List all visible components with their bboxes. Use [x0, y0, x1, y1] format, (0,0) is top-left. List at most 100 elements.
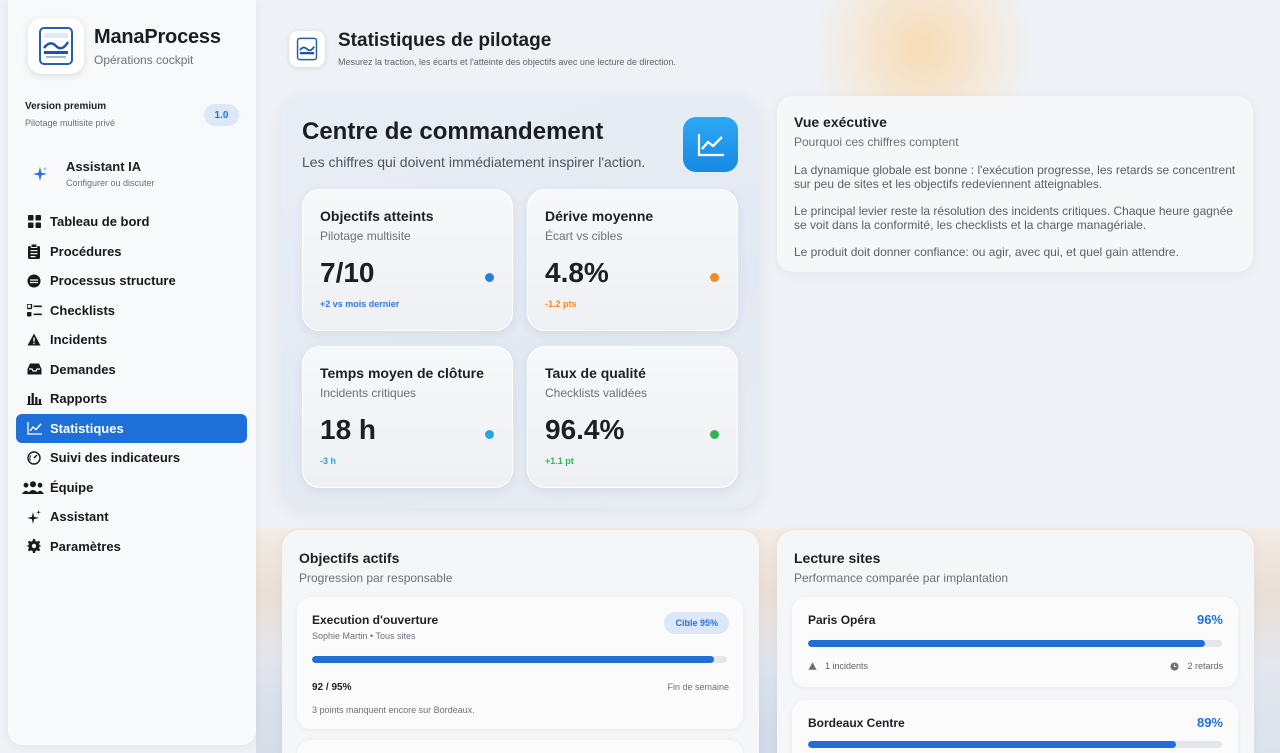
line-chart-icon: [26, 420, 42, 436]
sidebar-item-incidents[interactable]: Incidents: [16, 325, 247, 355]
kpi-subtitle: Pilotage multisite: [320, 229, 411, 243]
warning-icon: [808, 662, 817, 670]
executive-title: Vue exécutive: [794, 114, 887, 130]
sidebar-item-label: Checklists: [50, 302, 116, 318]
sidebar-item-processus-structure[interactable]: Processus structure: [16, 266, 247, 296]
kpi-subtitle: Checklists validées: [545, 386, 648, 400]
logo-icon: [39, 27, 73, 65]
brand-logo: [28, 18, 84, 74]
sparkles-icon: [26, 509, 42, 525]
sidebar-nav: Tableau de bord Procédures Processus str…: [16, 207, 247, 561]
sparkles-icon: [30, 164, 50, 184]
site-percentage: 96%: [1196, 612, 1223, 627]
sidebar-item-label: Procédures: [50, 243, 122, 259]
kpi-card-qualite[interactable]: Taux de qualité Checklists validées 96.4…: [527, 346, 738, 488]
status-dot: [485, 273, 494, 282]
kpi-value: 18 h: [320, 414, 377, 445]
command-title: Centre de commandement: [302, 118, 604, 145]
objective-progress-label: 92 / 95%: [312, 682, 352, 693]
status-dot: [710, 430, 719, 439]
premium-block: Version premium Pilotage multisite privé…: [25, 101, 239, 128]
brand[interactable]: ManaProcess Opérations cockpit: [28, 18, 221, 74]
sidebar-item-suivi-des-indicateurs[interactable]: Suivi des indicateurs: [16, 443, 247, 473]
progress-fill: [312, 656, 714, 663]
sidebar-item-label: Équipe: [50, 479, 94, 495]
objective-note: 3 points manquent encore sur Bordeaux.: [312, 705, 475, 715]
sidebar-item-label: Incidents: [50, 332, 108, 348]
page-header: Statistiques de pilotage Mesurez la trac…: [289, 30, 676, 67]
site-progress-bar: [808, 640, 1222, 647]
page-title: Statistiques de pilotage: [338, 30, 552, 51]
status-dot: [485, 430, 494, 439]
sites-subtitle: Performance comparée par implantation: [794, 571, 1009, 585]
objective-card[interactable]: [297, 740, 743, 753]
logo-icon: [296, 37, 318, 60]
kpi-delta: +2 vs mois dernier: [320, 299, 400, 309]
sites-panel: Lecture sites Performance comparée par i…: [777, 530, 1254, 753]
kpi-value: 4.8%: [545, 257, 609, 288]
sidebar-item-demandes[interactable]: Demandes: [16, 355, 247, 385]
sidebar-item-assistant[interactable]: Assistant: [16, 502, 247, 532]
objective-title: Execution d'ouverture: [312, 613, 439, 627]
grid-icon: [26, 214, 42, 230]
executive-paragraph: Le produit doit donner confiance: ou agi…: [794, 245, 1179, 259]
objective-progress-bar: [312, 656, 727, 663]
kpi-title: Temps moyen de clôture: [320, 365, 484, 381]
sidebar-item-rapports[interactable]: Rapports: [16, 384, 247, 414]
site-incidents: 1 incidents: [808, 661, 868, 671]
kpi-subtitle: Écart vs cibles: [545, 229, 623, 243]
site-card-bordeaux[interactable]: Bordeaux Centre 89%: [792, 700, 1238, 753]
kpi-card-objectifs[interactable]: Objectifs atteints Pilotage multisite 7/…: [302, 189, 513, 331]
objective-deadline: Fin de semaine: [667, 682, 729, 692]
executive-subtitle: Pourquoi ces chiffres comptent: [794, 135, 959, 149]
site-progress-bar: [808, 741, 1222, 748]
kpi-delta: -3 h: [320, 456, 337, 466]
inbox-icon: [26, 361, 42, 377]
site-name: Bordeaux Centre: [808, 716, 905, 730]
sidebar-item-tableau-de-bord[interactable]: Tableau de bord: [16, 207, 247, 237]
command-subtitle: Les chiffres qui doivent immédiatement i…: [302, 154, 646, 170]
kpi-subtitle: Incidents critiques: [320, 386, 417, 400]
sidebar-item-equipe[interactable]: Équipe: [16, 473, 247, 503]
objective-meta: Sophie Martin • Tous sites: [312, 631, 416, 641]
sidebar-item-statistiques[interactable]: Statistiques: [16, 413, 247, 443]
sidebar-item-parametres[interactable]: Paramètres: [16, 532, 247, 562]
site-percentage: 89%: [1196, 715, 1223, 730]
site-delays: 2 retards: [1170, 661, 1223, 671]
site-card-paris[interactable]: Paris Opéra 96% 1 incidents 2 retards: [792, 597, 1238, 687]
kpi-card-derive[interactable]: Dérive moyenne Écart vs cibles 4.8% -1.2…: [527, 189, 738, 331]
kpi-delta: -1.2 pts: [545, 299, 577, 309]
objectives-title: Objectifs actifs: [299, 550, 400, 566]
executive-paragraph: La dynamique globale est bonne : l'exécu…: [794, 163, 1236, 191]
executive-view-panel: Vue exécutive Pourquoi ces chiffres comp…: [777, 96, 1253, 272]
sidebar-item-label: Assistant: [50, 509, 109, 525]
executive-paragraph: Le principal levier reste la résolution …: [794, 204, 1233, 232]
checklist-icon: [26, 302, 42, 318]
line-chart-icon: [683, 117, 738, 172]
bar-chart-icon: [26, 391, 42, 407]
assistant-subtitle: Configurer ou discuter: [66, 178, 155, 188]
kpi-card-temps-cloture[interactable]: Temps moyen de clôture Incidents critiqu…: [302, 346, 513, 488]
brand-subtitle: Opérations cockpit: [94, 52, 194, 67]
sidebar-item-checklists[interactable]: Checklists: [16, 296, 247, 326]
kpi-delta: +1.1 pt: [545, 456, 574, 466]
objective-card[interactable]: Execution d'ouverture Sophie Martin • To…: [297, 597, 743, 729]
site-delays-label: 2 retards: [1187, 661, 1223, 671]
team-icon: [22, 479, 44, 495]
gauge-icon: [26, 450, 42, 466]
sidebar-item-label: Demandes: [50, 361, 116, 377]
assistant-ia-button[interactable]: Assistant IA Configurer ou discuter: [30, 159, 155, 188]
kpi-title: Taux de qualité: [545, 365, 646, 381]
sidebar-item-label: Rapports: [50, 391, 108, 407]
assistant-title: Assistant IA: [66, 159, 142, 174]
command-center-panel: Centre de commandement Les chiffres qui …: [282, 96, 759, 508]
status-dot: [710, 273, 719, 282]
site-incidents-label: 1 incidents: [825, 661, 869, 671]
progress-fill: [808, 640, 1206, 647]
sidebar-item-label: Paramètres: [50, 538, 121, 554]
sidebar-item-procedures[interactable]: Procédures: [16, 237, 247, 267]
clock-icon: [1170, 661, 1180, 671]
layers-icon: [26, 273, 42, 289]
kpi-value: 96.4%: [545, 414, 625, 445]
sidebar: ManaProcess Opérations cockpit Version p…: [8, 0, 256, 745]
